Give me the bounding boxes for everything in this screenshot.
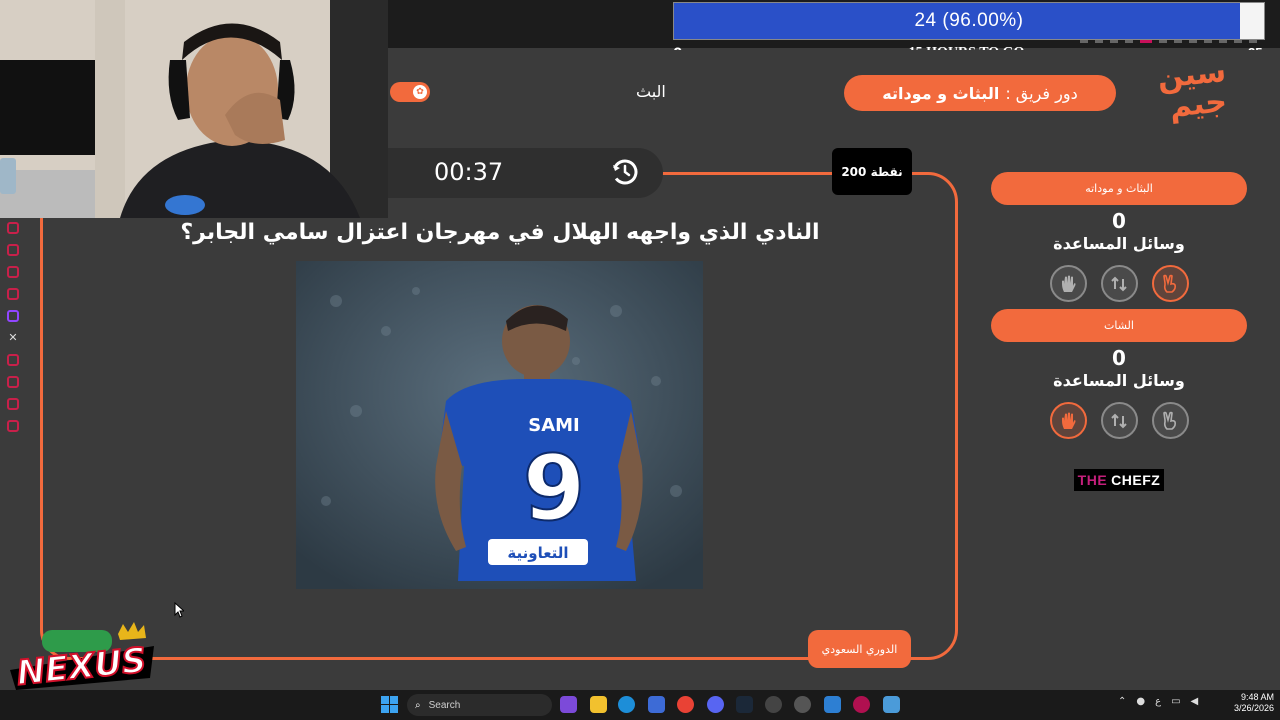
search-icon: ⌕: [415, 699, 421, 711]
refresh-icon[interactable]: [7, 222, 19, 234]
sponsor-name: CHEFZ: [1111, 472, 1161, 488]
team-1-helpers: [991, 265, 1247, 302]
jersey-name: SAMI: [528, 415, 580, 436]
vscode-icon[interactable]: [824, 696, 841, 713]
chevron-up-icon[interactable]: ⌃: [1118, 696, 1126, 707]
volume-icon[interactable]: ◀: [1191, 696, 1199, 707]
swap-icon[interactable]: [1100, 402, 1138, 439]
gear-icon: ✿: [413, 85, 427, 99]
store-icon[interactable]: [648, 696, 665, 713]
team-1-helpers-label: وسائل المساعدة: [1053, 234, 1185, 253]
github-icon[interactable]: [794, 696, 811, 713]
file-explorer-icon[interactable]: [590, 696, 607, 713]
record-icon[interactable]: [7, 354, 19, 366]
twitch-icon[interactable]: [7, 310, 19, 322]
copilot-icon[interactable]: [560, 696, 577, 713]
sponsor-prefix: THE: [1077, 472, 1108, 488]
seen-jeem-logo: سين جيم: [1155, 53, 1229, 125]
team-card-1: البثاث و موداته 0 وسائل المساعدة: [991, 172, 1247, 302]
network-icon[interactable]: ▭: [1171, 696, 1180, 707]
app-icon[interactable]: [883, 696, 900, 713]
chat-icon[interactable]: [7, 244, 19, 256]
reset-timer-icon[interactable]: [610, 157, 640, 187]
opera-icon[interactable]: [853, 696, 870, 713]
team-2-name: الشات: [991, 309, 1247, 342]
team-2-helpers-label: وسائل المساعدة: [1053, 371, 1185, 390]
language-indicator[interactable]: ع: [1155, 696, 1161, 707]
chrome-icon[interactable]: [677, 696, 694, 713]
left-sidebar-icons: ✕: [7, 222, 25, 436]
team-card-2: الشات 0 وسائل المساعدة: [991, 309, 1247, 439]
game-header: [388, 50, 1280, 135]
camera-icon[interactable]: [7, 420, 19, 432]
nexus-text: NEXUS: [15, 640, 148, 692]
team-turn-badge: دور فريق : البثاث و موداته: [844, 75, 1116, 111]
sub-goal-bar: 24 (96.00%): [673, 2, 1265, 40]
clock-date: 3/26/2026: [1233, 703, 1274, 713]
team-1-name: البثاث و موداته: [991, 172, 1247, 205]
message-icon[interactable]: [7, 266, 19, 278]
stream-screen: 24 (96.00%) 0 -15 HOURS TO GO 25 ✿ البث …: [0, 0, 1280, 720]
edge-icon[interactable]: [618, 696, 635, 713]
home-icon[interactable]: [7, 398, 19, 410]
jersey-sponsor: التعاونية: [507, 544, 568, 562]
microphone-icon[interactable]: ●: [1136, 696, 1145, 707]
sub-goal-text: 24 (96.00%): [914, 10, 1024, 31]
sponsor-logo: THE CHEFZ: [1074, 469, 1164, 491]
points-badge: 200 نقطة: [832, 148, 912, 195]
stream-toggle[interactable]: ✿: [390, 82, 430, 102]
swap-icon[interactable]: [1100, 265, 1138, 302]
team-turn-name: البثاث و موداته: [882, 83, 1000, 103]
team-turn-prefix: دور فريق :: [1005, 83, 1078, 103]
taskbar-clock[interactable]: 9:48 AM 3/26/2026: [1228, 692, 1274, 714]
stream-label: البث: [636, 82, 666, 101]
mail-icon[interactable]: [7, 288, 19, 300]
timer-value: 00:37: [434, 158, 504, 186]
jersey-number: 9: [523, 436, 586, 541]
webcam-feed: [0, 0, 388, 218]
clock-time: 9:48 AM: [1240, 692, 1274, 702]
hand-icon[interactable]: [1049, 265, 1087, 302]
windows-start-icon[interactable]: [381, 696, 398, 713]
steam-icon[interactable]: [736, 696, 753, 713]
question-image: SAMI 9 التعاونية: [296, 261, 703, 589]
team-1-score: 0: [1112, 209, 1126, 233]
hand-icon[interactable]: [1049, 402, 1087, 439]
team-2-helpers: [991, 402, 1247, 439]
taskbar-search-placeholder: Search: [428, 699, 461, 711]
taskbar-search[interactable]: ⌕ Search: [407, 694, 552, 716]
peace-icon[interactable]: [1151, 402, 1189, 439]
discord-icon[interactable]: [707, 696, 724, 713]
category-badge: الدوري السعودي: [808, 630, 911, 668]
taskbar: [0, 690, 1280, 720]
nexus-logo: NEXUS: [10, 622, 158, 695]
peace-icon[interactable]: [1151, 265, 1189, 302]
x-icon[interactable]: ✕: [7, 332, 19, 344]
system-tray: ⌃ ● ع ▭ ◀: [1118, 696, 1198, 707]
obs-icon[interactable]: [765, 696, 782, 713]
question-text: النادي الذي واجهه الهلال في مهرجان اعتزا…: [180, 220, 820, 245]
mouse-cursor-icon: [174, 601, 186, 622]
clock-icon[interactable]: [7, 376, 19, 388]
team-2-score: 0: [1112, 346, 1126, 370]
